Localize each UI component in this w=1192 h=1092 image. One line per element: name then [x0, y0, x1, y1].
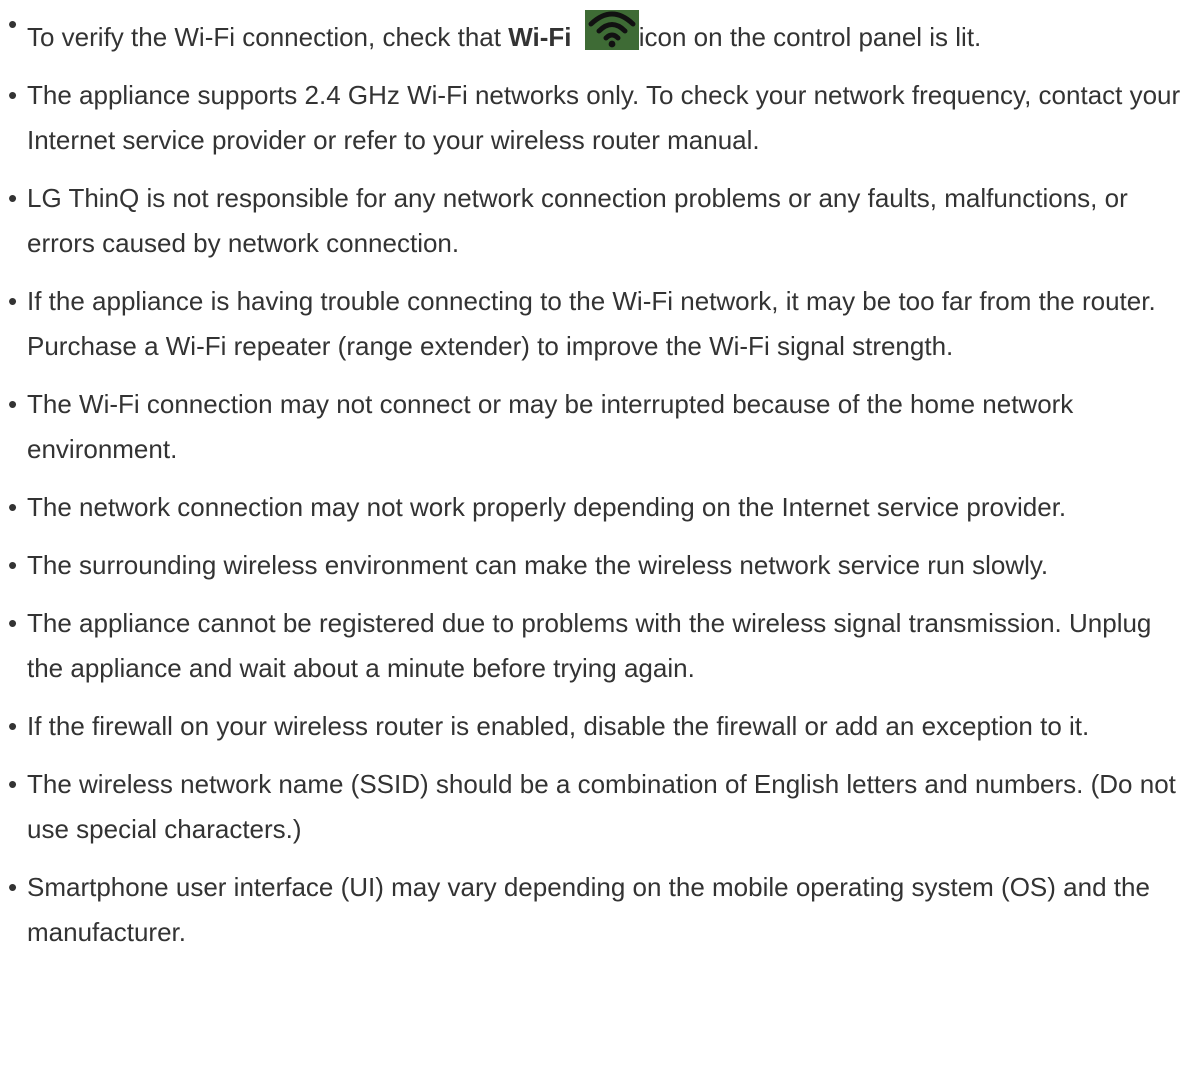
bullet: • — [8, 183, 18, 213]
note-text: If the appliance is having trouble conne… — [27, 286, 1156, 361]
bullet: • — [8, 80, 18, 110]
note-text: The appliance supports 2.4 GHz Wi-Fi net… — [27, 80, 1181, 155]
bullet: • — [8, 492, 18, 522]
note-text: The appliance cannot be registered due t… — [27, 608, 1152, 683]
note-wifi-verify: • To verify the Wi-Fi connection, check … — [8, 9, 1188, 60]
notes-list: • To verify the Wi-Fi connection, check … — [8, 9, 1188, 968]
note-text: Smartphone user interface (UI) may vary … — [27, 872, 1150, 947]
note-item: • If the firewall on your wireless route… — [8, 704, 1188, 749]
note-item: • Smartphone user interface (UI) may var… — [8, 865, 1188, 955]
note-text-after: icon on the control panel is lit. — [638, 22, 982, 52]
note-text: LG ThinQ is not responsible for any netw… — [27, 183, 1128, 258]
bullet: • — [8, 769, 18, 799]
note-item: • The appliance cannot be registered due… — [8, 601, 1188, 691]
note-text: The network connection may not work prop… — [27, 492, 1067, 522]
bullet: • — [8, 608, 18, 638]
bullet: • — [8, 286, 18, 316]
bullet: • — [8, 711, 18, 741]
note-item: • The Wi-Fi connection may not connect o… — [8, 382, 1188, 472]
note-item: • The network connection may not work pr… — [8, 485, 1188, 530]
note-text: The wireless network name (SSID) should … — [27, 769, 1176, 844]
wifi-icon — [584, 10, 639, 50]
note-item: • The wireless network name (SSID) shoul… — [8, 762, 1188, 852]
note-item: • The appliance supports 2.4 GHz Wi-Fi n… — [8, 73, 1188, 163]
wifi-label: Wi-Fi — [508, 22, 572, 52]
bullet: • — [8, 550, 18, 580]
note-text: The Wi-Fi connection may not connect or … — [27, 389, 1074, 464]
note-text-before: To verify the Wi-Fi connection, check th… — [27, 22, 509, 52]
note-text: The surrounding wireless environment can… — [27, 550, 1049, 580]
bullet: • — [8, 872, 18, 902]
note-item: • If the appliance is having trouble con… — [8, 279, 1188, 369]
note-item: • LG ThinQ is not responsible for any ne… — [8, 176, 1188, 266]
note-text: If the firewall on your wireless router … — [27, 711, 1090, 741]
bullet: • — [8, 9, 18, 39]
note-item: • The surrounding wireless environment c… — [8, 543, 1188, 588]
bullet: • — [8, 389, 18, 419]
